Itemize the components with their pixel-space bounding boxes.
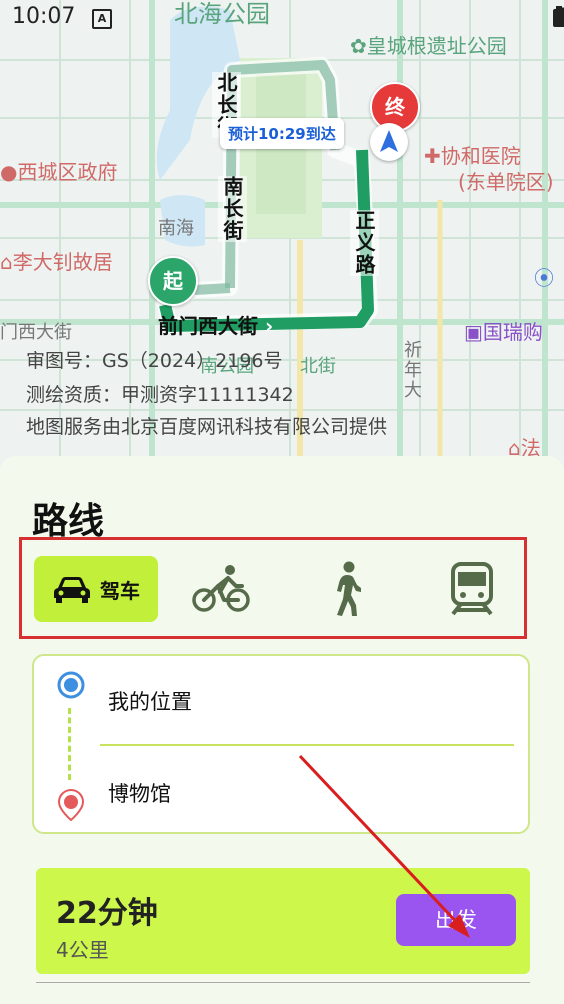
poi-peking-union-label: 协和医院 xyxy=(440,144,521,168)
route-result-card[interactable]: 22分钟 4公里 出发 xyxy=(36,868,530,974)
shop-icon: ▣ xyxy=(464,320,483,344)
mode-walk[interactable] xyxy=(312,556,382,622)
route-distance: 4公里 xyxy=(56,938,109,962)
road-qianmen-label: 前门西大街 xyxy=(158,314,258,338)
status-time: 10:07 xyxy=(12,4,76,29)
transport-mode-selector: 驾车 xyxy=(19,537,527,639)
poi-nanhai: 南海 xyxy=(158,218,194,239)
subway-icon[interactable]: ⦿ xyxy=(534,262,554,291)
battery-icon xyxy=(553,6,564,27)
poi-park-bottom2: 北街 xyxy=(300,356,336,377)
house-icon: ⌂ xyxy=(0,250,13,274)
copyright-line-2: 测绘资质：甲测资字11111342 xyxy=(26,384,294,406)
poi-xicheng-gov[interactable]: ●西城区政府 xyxy=(0,156,117,185)
poi-li-dazhao[interactable]: ⌂李大钊故居 xyxy=(0,246,113,275)
origin-input[interactable]: 我的位置 xyxy=(108,686,192,716)
road-nanchang: 南长街 xyxy=(218,176,247,242)
mode-drive[interactable]: 驾车 xyxy=(34,556,158,622)
copyright-line-1: 审图号：GS（2024）2196号 xyxy=(26,350,283,372)
road-qianmen: 前门西大街 › xyxy=(158,310,273,339)
origin-dot-icon xyxy=(57,671,85,699)
park-icon: ✿ xyxy=(350,34,367,58)
bottom-divider xyxy=(36,982,530,983)
car-icon xyxy=(54,577,90,603)
poi-li-dazhao-label: 李大钊故居 xyxy=(12,250,113,274)
route-connector-line xyxy=(68,708,71,780)
chevron-right-icon: › xyxy=(264,314,274,338)
poi-imperial-wall-label: 皇城根遗址公园 xyxy=(366,34,507,58)
road-xinnian: 祈年大 xyxy=(401,340,422,400)
eta-bubble: 预计10:29到达 xyxy=(220,118,344,149)
copyright-line-3: 地图服务由北京百度网讯科技有限公司提供 xyxy=(26,416,388,438)
mode-transit[interactable] xyxy=(432,556,512,622)
route-duration: 22分钟 xyxy=(56,896,158,931)
destination-pin-icon xyxy=(57,788,85,822)
hospital-icon: ✚ xyxy=(424,144,441,168)
poi-guorui-label: 国瑞购 xyxy=(482,320,543,344)
a-icon: A xyxy=(92,9,112,29)
map-view[interactable]: 10:07 A 北海公园 ✿皇城根遗址公园 ●西城区政府 ✚协和医院 (东单院区… xyxy=(0,0,564,470)
mode-bike[interactable] xyxy=(182,556,262,622)
bicycle-icon xyxy=(192,565,250,612)
navigation-arrow-icon xyxy=(370,123,408,161)
poi-peking-union[interactable]: ✚协和医院 xyxy=(424,140,521,169)
gov-icon: ● xyxy=(0,160,18,184)
endpoints-divider xyxy=(100,744,514,746)
route-endpoints-card: 我的位置 博物馆 xyxy=(32,654,530,834)
mode-drive-label: 驾车 xyxy=(100,578,140,603)
road-qianmen-west-edge: 门西大街 xyxy=(0,322,72,343)
walking-icon xyxy=(337,561,361,616)
road-zhengyi: 正义路 xyxy=(350,210,379,276)
poi-guorui[interactable]: ▣国瑞购 xyxy=(464,316,543,345)
start-navigation-button[interactable]: 出发 xyxy=(396,894,516,946)
poi-xicheng-gov-label: 西城区政府 xyxy=(17,160,118,184)
start-marker[interactable]: 起 xyxy=(148,256,198,306)
destination-input[interactable]: 博物馆 xyxy=(108,778,171,808)
poi-peking-union-sub: (东单院区) xyxy=(458,170,554,194)
train-icon xyxy=(451,562,493,616)
route-panel: 路线 驾车 我的位置 博物馆 22分钟 4公里 出发 xyxy=(0,456,564,1004)
status-bar: 10:07 A xyxy=(0,0,564,36)
